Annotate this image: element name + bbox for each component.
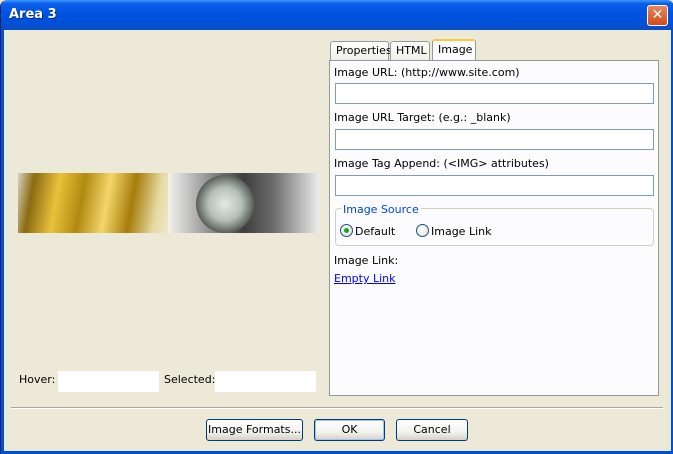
image-link-value[interactable]: Empty Link — [334, 272, 396, 285]
title-bar[interactable]: Area 3 ✕ — [1, 0, 673, 30]
radio-default-label[interactable]: Default — [355, 225, 395, 238]
tab-properties[interactable]: Properties — [330, 41, 392, 60]
cancel-button[interactable]: Cancel — [396, 419, 468, 441]
close-icon[interactable]: ✕ — [647, 5, 668, 26]
image-source-group-title: Image Source — [341, 203, 421, 216]
dialog-window: Area 3 ✕ Hover: Selected: Properties HTM… — [0, 0, 673, 454]
window-frame-left — [1, 30, 4, 454]
tab-html[interactable]: HTML — [390, 41, 430, 60]
ok-button[interactable]: OK — [314, 419, 385, 441]
tab-image[interactable]: Image — [432, 39, 476, 61]
selected-label: Selected: — [164, 373, 216, 386]
image-link-label: Image Link: — [334, 254, 399, 267]
radio-selected-dot — [344, 228, 349, 233]
image-tag-append-input[interactable] — [335, 175, 654, 196]
hover-image-box[interactable] — [58, 371, 159, 392]
image-url-target-input[interactable] — [335, 129, 654, 150]
radio-image-link[interactable] — [416, 224, 429, 237]
image-url-input[interactable] — [335, 83, 654, 104]
image-url-label: Image URL: (http://www.site.com) — [334, 66, 520, 79]
hover-label: Hover: — [19, 373, 56, 386]
image-url-target-label: Image URL Target: (e.g.: _blank) — [334, 111, 511, 124]
selected-image-box[interactable] — [215, 371, 316, 392]
area-preview-image — [18, 173, 319, 233]
preview-image-lens — [196, 175, 254, 233]
radio-default[interactable] — [340, 224, 353, 237]
image-formats-button[interactable]: Image Formats... — [206, 419, 303, 441]
image-tag-append-label: Image Tag Append: (<IMG> attributes) — [334, 157, 549, 170]
preview-image-gold-part — [18, 173, 178, 233]
window-title: Area 3 — [9, 7, 57, 22]
dialog-separator — [11, 407, 663, 409]
radio-image-link-label[interactable]: Image Link — [431, 225, 491, 238]
